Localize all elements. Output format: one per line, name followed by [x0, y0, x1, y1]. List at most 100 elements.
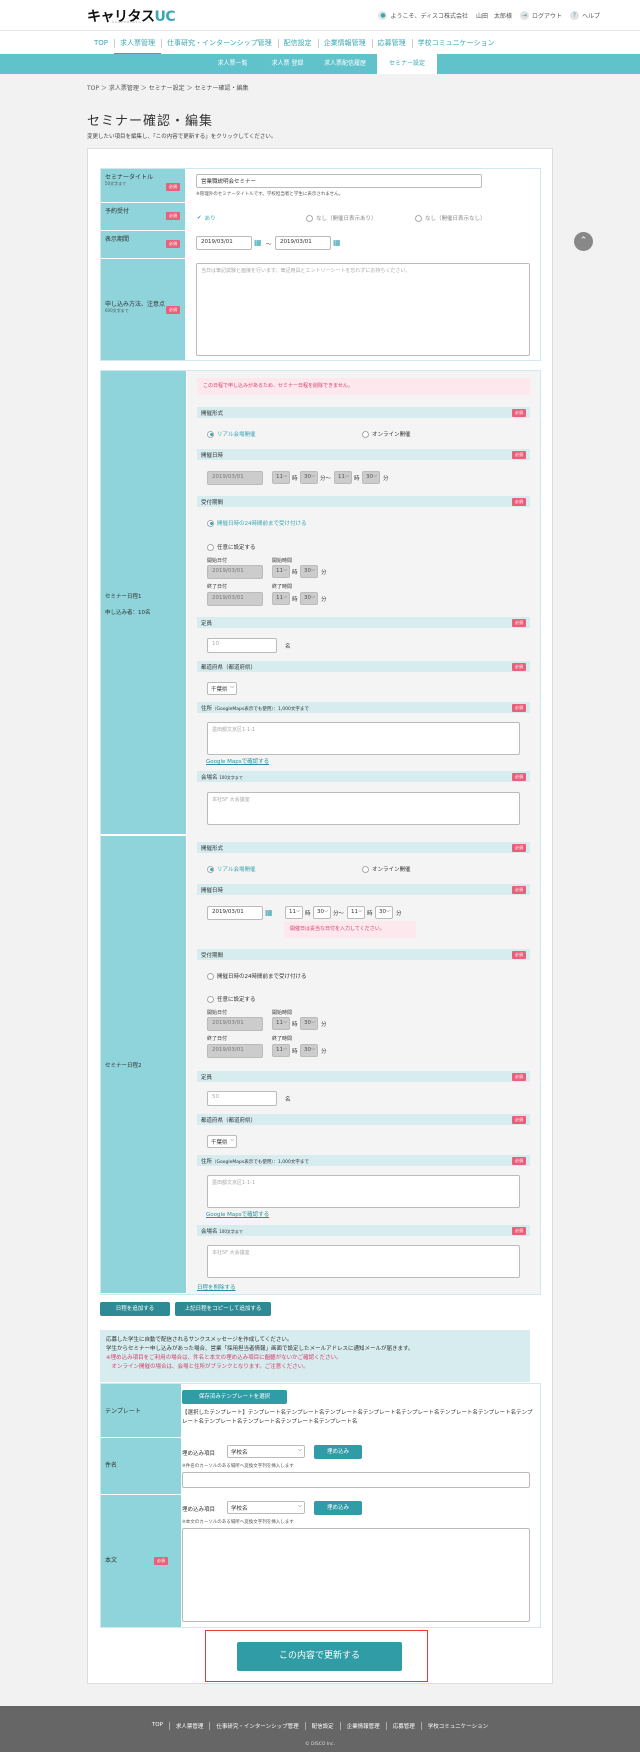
- template-select-button[interactable]: 保存済みテンプレートを選択: [182, 1390, 287, 1404]
- address-textarea[interactable]: 墨田都文京区1-1-1: [207, 1175, 520, 1208]
- address-textarea[interactable]: 墨田都文京区1-1-1: [207, 722, 520, 755]
- submit-button[interactable]: この内容で更新する: [237, 1642, 402, 1671]
- gnav-job-posting[interactable]: 求人票管理: [114, 31, 162, 55]
- hour-unit: 時: [354, 476, 360, 482]
- subject-embed-button[interactable]: 埋め込み: [314, 1445, 362, 1459]
- pref-select[interactable]: 千葉県: [207, 682, 237, 695]
- footer-link-school[interactable]: 学校コミュニケーション: [420, 1722, 494, 1730]
- format-online-option[interactable]: オンライン開催: [362, 865, 411, 873]
- hour-unit: 時: [367, 911, 373, 917]
- accept-start-hour[interactable]: 11: [272, 1017, 290, 1030]
- reserve-on-option[interactable]: ✔ あり: [197, 214, 216, 222]
- accept-end-min[interactable]: 30: [300, 592, 318, 605]
- footer-link-research[interactable]: 仕事研究・インターンシップ管理: [209, 1722, 304, 1730]
- venue-textarea[interactable]: 本社5F 大会議室: [207, 792, 520, 825]
- pref-section: 都道府県（都道府県） 必須: [197, 1114, 530, 1125]
- accept-start-min[interactable]: 30: [300, 1017, 318, 1030]
- start-hour-select[interactable]: 11: [285, 906, 303, 919]
- accept-start-date[interactable]: 2019/03/01: [207, 1017, 263, 1031]
- body-embed-button[interactable]: 埋め込み: [314, 1501, 362, 1515]
- accept-end-hour[interactable]: 11: [272, 592, 290, 605]
- capacity-input[interactable]: 10: [207, 638, 277, 653]
- apply-textarea[interactable]: 当日は筆記試験と面接を行います。筆記用具とエントリーシートを忘れずにお持ちくださ…: [196, 263, 530, 356]
- footer-link-company[interactable]: 企業情報管理: [339, 1722, 386, 1730]
- accept-end-date[interactable]: 2019/03/01: [207, 1044, 263, 1058]
- capacity-input[interactable]: 50: [207, 1091, 277, 1106]
- calendar-icon[interactable]: ▦: [333, 238, 342, 248]
- reserve-off1-option[interactable]: なし（開催日表示あり）: [306, 214, 377, 222]
- subnav-delivery-history[interactable]: 求人票配信履歴: [315, 54, 375, 74]
- venue-section: 会場名 100文字まで 必須: [197, 1225, 530, 1236]
- format-real-option[interactable]: リアル会場開催: [207, 865, 255, 873]
- logout-link[interactable]: ⇥ ログアウト: [519, 11, 562, 20]
- radio-icon: [306, 214, 313, 222]
- calendar-icon[interactable]: ▦: [254, 238, 263, 248]
- start-min-select[interactable]: 30: [313, 906, 331, 919]
- accept-start-hour[interactable]: 11: [272, 565, 290, 578]
- copy-schedule-button[interactable]: 上記日程をコピーして追加する: [175, 1302, 271, 1316]
- end-hour-select[interactable]: 11: [347, 906, 365, 919]
- capacity-section: 定員 必須: [197, 1071, 530, 1082]
- footer-link-delivery[interactable]: 配信設定: [304, 1722, 340, 1730]
- subject-input[interactable]: [182, 1472, 530, 1488]
- gnav-delivery[interactable]: 配信設定: [277, 31, 318, 55]
- radio-icon: [362, 865, 369, 873]
- venue-section: 会場名 100文字まで 必須: [197, 771, 530, 782]
- delete-schedule-link[interactable]: 日程を削除する: [197, 1283, 236, 1291]
- accept-start-date[interactable]: 2019/03/01: [207, 565, 263, 579]
- footer-link-top[interactable]: TOP: [146, 1722, 169, 1730]
- chevron-up-icon: ⌃: [579, 236, 588, 246]
- pref-select[interactable]: 千葉県: [207, 1135, 237, 1148]
- event-date-input[interactable]: 2019/03/01: [207, 471, 263, 485]
- end-min-select[interactable]: 30: [375, 906, 393, 919]
- subnav-job-list[interactable]: 求人票一覧: [205, 54, 260, 74]
- help-link[interactable]: ? ヘルプ: [569, 11, 600, 20]
- body-textarea[interactable]: [182, 1528, 530, 1622]
- hour-unit: 時: [305, 911, 311, 917]
- pref-section: 都道府県（都道府県） 必須: [197, 661, 530, 672]
- start-min-select[interactable]: 30: [300, 471, 318, 484]
- accept-custom-option[interactable]: 任意に設定する: [207, 995, 256, 1003]
- add-schedule-button[interactable]: 日程を追加する: [100, 1302, 170, 1316]
- event-date-input[interactable]: 2019/03/01: [207, 906, 263, 920]
- accept-end-hour[interactable]: 11: [272, 1044, 290, 1057]
- footer-link-job[interactable]: 求人票管理: [168, 1722, 210, 1730]
- subject-embed-select[interactable]: 学校名: [227, 1445, 305, 1458]
- gnav-company[interactable]: 企業情報管理: [317, 31, 372, 55]
- gnav-applications[interactable]: 応募管理: [371, 31, 412, 55]
- period-to-input[interactable]: 2019/03/01: [275, 236, 331, 250]
- google-maps-link[interactable]: Google Mapsで確認する: [206, 757, 269, 765]
- seminar-title-input[interactable]: 営業職説明会セミナー: [196, 174, 482, 188]
- venue-textarea[interactable]: 本社5F 大会議室: [207, 1245, 520, 1278]
- end-min-select[interactable]: 30: [362, 471, 380, 484]
- accept-end-date[interactable]: 2019/03/01: [207, 592, 263, 606]
- reserve-off2-option[interactable]: なし（開催日表示なし）: [415, 214, 486, 222]
- gnav-top[interactable]: TOP: [88, 31, 114, 55]
- format-real-option[interactable]: リアル会場開催: [207, 430, 255, 438]
- gnav-job-research[interactable]: 仕事研究・インターンシップ管理: [161, 31, 278, 55]
- format-online-option[interactable]: オンライン開催: [362, 430, 411, 438]
- period-from-input[interactable]: 2019/03/01: [196, 236, 252, 250]
- subnav-seminar[interactable]: セミナー設定: [377, 54, 437, 74]
- accept-24h-option[interactable]: 開催日時の24時間前まで受け付ける: [207, 519, 307, 527]
- footer-link-applications[interactable]: 応募管理: [385, 1722, 421, 1730]
- start-hour-select[interactable]: 11: [272, 471, 290, 484]
- gnav-school-comm[interactable]: 学校コミュニケーション: [411, 31, 501, 55]
- end-time-label: 終了時間: [272, 584, 293, 590]
- subnav-job-register[interactable]: 求人票 登録: [260, 54, 315, 74]
- accept-end-min[interactable]: 30: [300, 1044, 318, 1057]
- google-maps-link[interactable]: Google Mapsで確認する: [206, 1210, 269, 1218]
- accept-custom-option[interactable]: 任意に設定する: [207, 543, 256, 551]
- required-badge: 必須: [512, 951, 526, 959]
- accept-24h-option[interactable]: 開催日時の24時間前まで受け付ける: [207, 972, 307, 980]
- accept-start-min[interactable]: 30: [300, 565, 318, 578]
- calendar-icon[interactable]: ▦: [265, 908, 274, 918]
- scroll-top-button[interactable]: ⌃: [574, 232, 593, 251]
- schedule1-label-cell: [101, 371, 186, 835]
- body-embed-select[interactable]: 学校名: [227, 1501, 305, 1514]
- end-hour-select[interactable]: 11: [334, 471, 352, 484]
- template-label: テンプレート: [101, 1384, 181, 1437]
- radio-icon: [207, 430, 214, 438]
- required-badge: 必須: [512, 663, 526, 671]
- sub-nav: 求人票一覧 求人票 登録 求人票配信履歴 セミナー設定: [0, 54, 640, 74]
